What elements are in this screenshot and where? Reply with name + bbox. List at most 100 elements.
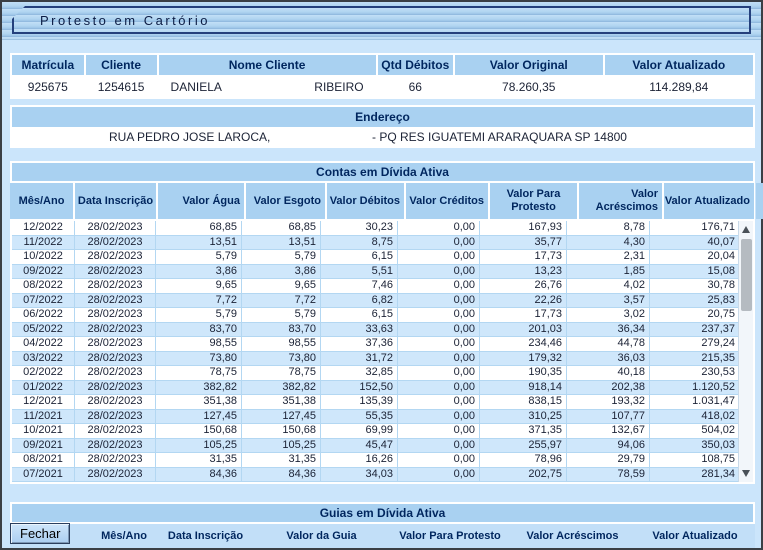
table-cell: 4,02: [567, 279, 650, 294]
table-row[interactable]: 07/202228/02/20237,727,726,820,0022,263,…: [12, 294, 740, 309]
table-cell: 69,99: [321, 424, 398, 439]
table-cell: 1,85: [567, 265, 650, 280]
table-cell: 26,76: [480, 279, 567, 294]
table-row[interactable]: 12/202228/02/202368,8568,8530,230,00167,…: [12, 221, 740, 236]
table-cell: 02/2022: [12, 366, 75, 381]
table-row[interactable]: 05/202228/02/202383,7083,7033,630,00201,…: [12, 323, 740, 338]
table-cell: 44,78: [567, 337, 650, 352]
table-cell: 7,72: [242, 294, 321, 309]
col-header-valor-da-guia: Valor da Guia: [253, 530, 390, 542]
table-row[interactable]: 01/202228/02/2023382,82382,82152,500,009…: [12, 381, 740, 396]
table-row[interactable]: 12/202128/02/2023351,38351,38135,390,008…: [12, 395, 740, 410]
client-value-row: 925675 1254615 DANIELA RIBEIRO 66 78.260…: [12, 77, 753, 97]
table-cell: 382,82: [156, 381, 242, 396]
table-cell: 73,80: [156, 352, 242, 367]
table-cell: 108,75: [650, 453, 740, 468]
table-cell: 15,08: [650, 265, 740, 280]
table-cell: 8,78: [567, 221, 650, 236]
table-cell: 09/2021: [12, 439, 75, 454]
table-cell: 193,32: [567, 395, 650, 410]
table-cell: 237,37: [650, 323, 740, 338]
col-header-data-inscricao-guia: Data Inscrição: [158, 530, 253, 542]
table-cell: 78,75: [156, 366, 242, 381]
table-cell: 382,82: [242, 381, 321, 396]
table-cell: 9,65: [156, 279, 242, 294]
table-cell: 28/02/2023: [75, 308, 156, 323]
table-cell: 152,50: [321, 381, 398, 396]
nome-first: DANIELA: [171, 80, 222, 94]
table-cell: 0,00: [398, 352, 480, 367]
fechar-button[interactable]: Fechar: [10, 523, 70, 544]
table-cell: 28/02/2023: [75, 236, 156, 251]
col-header-valor-atualizado-2: Valor Atualizado: [664, 183, 754, 219]
contas-section: Contas em Dívida Ativa Mês/Ano Data Insc…: [10, 161, 755, 484]
endereco-section: Endereço RUA PEDRO JOSE LAROCA, - PQ RES…: [10, 105, 755, 148]
table-cell: 10/2021: [12, 424, 75, 439]
table-row[interactable]: 10/202128/02/2023150,68150,6869,990,0037…: [12, 424, 740, 439]
table-cell: 28/02/2023: [75, 424, 156, 439]
client-header-row: Matrícula Cliente Nome Cliente Qtd Débit…: [12, 55, 753, 75]
table-cell: 84,36: [156, 468, 242, 483]
col-header-valor-esgoto: Valor Esgoto: [246, 183, 325, 219]
nome-last: RIBEIRO: [314, 80, 363, 94]
table-cell: 6,15: [321, 250, 398, 265]
table-cell: 371,35: [480, 424, 567, 439]
guias-header-row: Nº Guia Mês/Ano Data Inscrição Valor da …: [10, 524, 755, 548]
table-row[interactable]: 07/202128/02/202384,3684,3634,030,00202,…: [12, 468, 740, 483]
table-row[interactable]: 02/202228/02/202378,7578,7532,850,00190,…: [12, 366, 740, 381]
contas-scroll-area[interactable]: 12/202228/02/202368,8568,8530,230,00167,…: [10, 219, 755, 484]
table-cell: 28/02/2023: [75, 439, 156, 454]
scroll-up-icon[interactable]: [742, 226, 750, 233]
table-cell: 351,38: [156, 395, 242, 410]
table-cell: 28/02/2023: [75, 395, 156, 410]
contas-band: Contas em Dívida Ativa: [10, 161, 755, 183]
table-row[interactable]: 04/202228/02/202398,5598,5537,360,00234,…: [12, 337, 740, 352]
table-cell: 150,68: [156, 424, 242, 439]
table-row[interactable]: 11/202228/02/202313,5113,518,750,0035,77…: [12, 236, 740, 251]
table-row[interactable]: 06/202228/02/20235,795,796,150,0017,733,…: [12, 308, 740, 323]
table-cell: 5,51: [321, 265, 398, 280]
table-cell: 105,25: [156, 439, 242, 454]
table-cell: 0,00: [398, 395, 480, 410]
table-cell: 0,00: [398, 424, 480, 439]
table-cell: 30,78: [650, 279, 740, 294]
vertical-scrollbar[interactable]: [738, 221, 753, 482]
table-cell: 34,03: [321, 468, 398, 483]
contas-table-body: 12/202228/02/202368,8568,8530,230,00167,…: [12, 221, 740, 482]
table-cell: 28/02/2023: [75, 366, 156, 381]
table-cell: 281,34: [650, 468, 740, 483]
col-header-mes-ano-guia: Mês/Ano: [90, 530, 158, 542]
table-cell: 06/2022: [12, 308, 75, 323]
table-cell: 37,36: [321, 337, 398, 352]
table-cell: 0,00: [398, 294, 480, 309]
table-row[interactable]: 03/202228/02/202373,8073,8031,720,00179,…: [12, 352, 740, 367]
table-row[interactable]: 10/202228/02/20235,795,796,150,0017,732,…: [12, 250, 740, 265]
table-cell: 08/2022: [12, 279, 75, 294]
table-cell: 17,73: [480, 250, 567, 265]
table-cell: 83,70: [242, 323, 321, 338]
table-cell: 28/02/2023: [75, 265, 156, 280]
col-header-nome-cliente: Nome Cliente: [159, 55, 376, 75]
table-cell: 255,97: [480, 439, 567, 454]
scrollbar-thumb[interactable]: [741, 239, 752, 311]
scroll-down-icon[interactable]: [742, 470, 750, 477]
table-row[interactable]: 09/202128/02/2023105,25105,2545,470,0025…: [12, 439, 740, 454]
table-cell: 16,26: [321, 453, 398, 468]
table-cell: 04/2022: [12, 337, 75, 352]
cliente-value: 1254615: [86, 77, 157, 97]
table-row[interactable]: 08/202228/02/20239,659,657,460,0026,764,…: [12, 279, 740, 294]
table-cell: 0,00: [398, 337, 480, 352]
table-cell: 28/02/2023: [75, 381, 156, 396]
table-row[interactable]: 11/202128/02/2023127,45127,4555,350,0031…: [12, 410, 740, 425]
col-header-valor-atualizado-guia: Valor Atualizado: [635, 530, 755, 542]
table-cell: 6,82: [321, 294, 398, 309]
table-cell: 0,00: [398, 236, 480, 251]
table-cell: 3,86: [242, 265, 321, 280]
nome-cliente-value: DANIELA RIBEIRO: [159, 77, 376, 97]
col-header-data-inscricao: Data Inscrição: [75, 183, 156, 219]
table-cell: 0,00: [398, 468, 480, 483]
table-row[interactable]: 08/202128/02/202331,3531,3516,260,0078,9…: [12, 453, 740, 468]
table-row[interactable]: 09/202228/02/20233,863,865,510,0013,231,…: [12, 265, 740, 280]
table-cell: 2,31: [567, 250, 650, 265]
table-cell: 78,75: [242, 366, 321, 381]
